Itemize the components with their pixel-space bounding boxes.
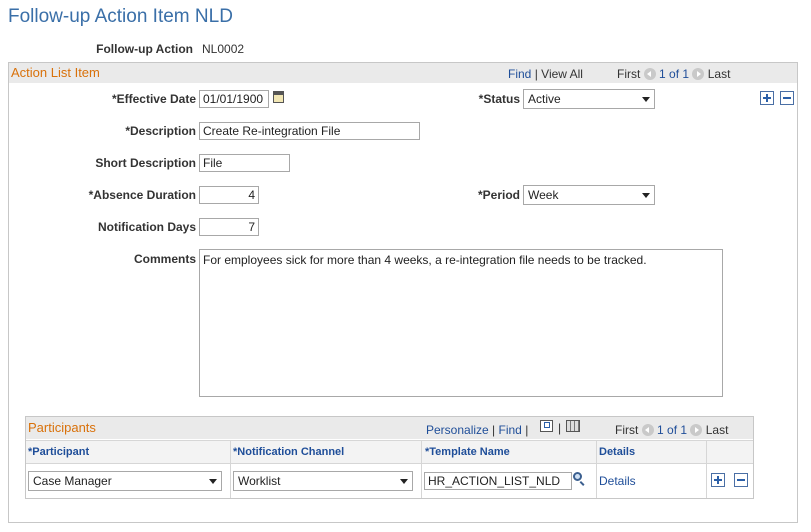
chevron-down-icon [209,479,217,484]
short-description-label: Short Description [95,156,196,170]
status-value: Active [528,92,561,106]
action-list-title: Action List Item [11,65,100,80]
next-arrow-icon[interactable] [690,424,703,436]
column-divider [230,440,231,498]
action-list-pager: First 1 of 1 Last [617,67,730,81]
column-divider [421,440,422,498]
participant-select[interactable]: Case Manager [28,471,222,491]
column-header-participant[interactable]: *Participant [28,446,89,458]
first-label: First [617,67,641,81]
absence-duration-input[interactable]: 4 [199,186,259,204]
status-label: *Status [478,92,520,106]
channel-value: Worklist [238,474,281,488]
description-input[interactable]: Create Re-integration File [199,122,420,140]
participant-value: Case Manager [33,474,112,488]
column-divider [706,440,707,498]
effective-date-label: *Effective Date [111,92,196,106]
first-label: First [615,423,639,437]
action-list-nav: Find | View All [508,67,583,81]
previous-arrow-icon[interactable] [641,424,654,436]
period-value: Week [528,188,559,202]
minus-icon [783,97,791,99]
participants-pager: First 1 of 1 Last [615,423,728,437]
view-all-link[interactable]: View All [541,67,583,81]
short-description-input[interactable]: File [199,154,290,172]
chevron-down-icon [642,193,650,198]
delete-row-button[interactable] [780,91,794,105]
template-name-input[interactable]: HR_ACTION_LIST_NLD [424,472,572,490]
column-divider [596,440,597,498]
comments-label: Comments [133,252,196,266]
period-select[interactable]: Week [523,185,655,205]
next-arrow-icon[interactable] [692,68,705,80]
absence-duration-label: *Absence Duration [88,188,196,202]
chevron-down-icon [400,479,408,484]
magnifier-icon[interactable] [573,472,587,486]
column-header-row [26,440,753,464]
zoom-icon[interactable] [540,420,553,432]
calendar-icon[interactable] [273,91,284,103]
personalize-link[interactable]: Personalize [426,423,489,437]
last-label: Last [707,67,731,81]
nav-separator: | [534,67,538,81]
details-link[interactable]: Details [599,474,636,488]
column-header-details: Details [599,446,636,458]
row-count: 1 of 1 [659,67,690,81]
followup-action-value: NL0002 [202,42,245,56]
spreadsheet-icon[interactable] [566,420,580,432]
delete-participant-button[interactable] [734,473,748,487]
notification-days-label: Notification Days [97,220,196,234]
status-select[interactable]: Active [523,89,655,109]
description-label: *Description [125,124,196,138]
chevron-down-icon [642,97,650,102]
find-link[interactable]: Find [508,67,531,81]
comments-textarea[interactable]: For employees sick for more than 4 weeks… [199,249,723,397]
participants-title: Participants [28,420,96,435]
participants-toolbar: Personalize | Find | [426,423,528,437]
followup-action-label: Follow-up Action [96,42,193,56]
toolbar-separator: | [492,423,496,437]
period-label: *Period [477,188,520,202]
effective-date-input[interactable]: 01/01/1900 [199,90,269,108]
add-participant-button[interactable] [711,473,725,487]
minus-icon [737,479,745,481]
column-header-template-name[interactable]: *Template Name [425,446,510,458]
notification-channel-select[interactable]: Worklist [233,471,413,491]
add-row-button[interactable] [760,91,774,105]
column-header-notification-channel[interactable]: *Notification Channel [233,446,344,458]
last-label: Last [705,423,729,437]
find-link[interactable]: Find [499,423,522,437]
row-count: 1 of 1 [657,423,688,437]
page-title: Follow-up Action Item NLD [8,6,233,27]
notification-days-input[interactable]: 7 [199,218,259,236]
toolbar-separator: | [525,423,529,437]
toolbar-separator: | [558,421,562,435]
previous-arrow-icon[interactable] [643,68,656,80]
